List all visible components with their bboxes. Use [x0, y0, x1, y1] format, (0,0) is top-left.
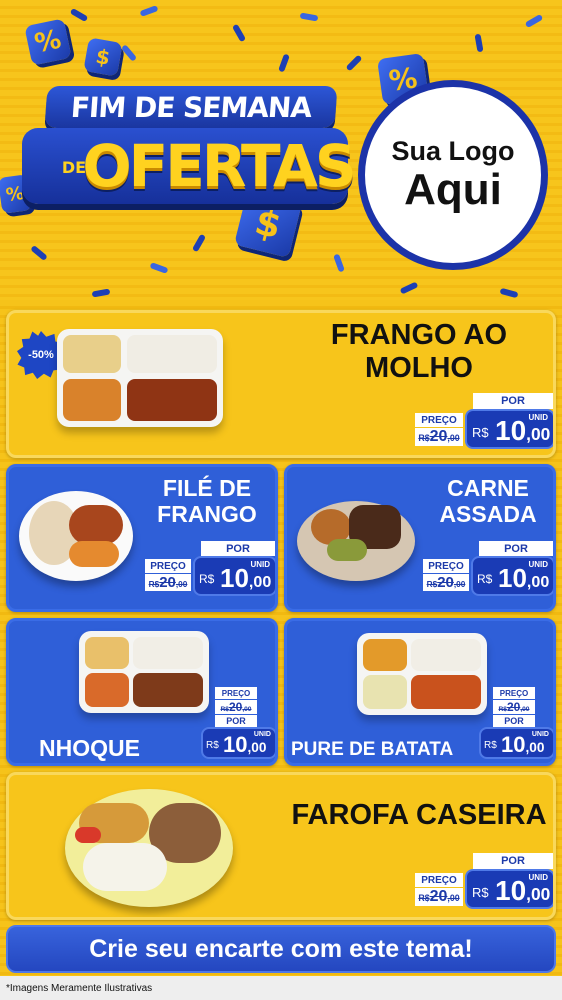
create-flyer-button[interactable]: Crie seu encarte com este tema!	[6, 925, 556, 973]
food-compartment	[85, 637, 129, 669]
confetti	[333, 253, 345, 273]
offer-card-farofa-caseira: FAROFA CASEIRA POR PREÇO R$ 20,00 UNID R$…	[6, 772, 556, 920]
food-compartment	[363, 639, 407, 671]
food-image	[79, 631, 209, 713]
food-compartment	[63, 335, 121, 373]
food-image	[57, 329, 223, 427]
food-image	[357, 633, 487, 715]
confetti	[30, 244, 48, 262]
old-price: R$ 20,00	[145, 574, 191, 591]
item-name: FRANGO AO MOLHO	[279, 319, 553, 386]
dollar-cube-icon: $	[83, 37, 123, 77]
confetti	[231, 23, 247, 43]
confetti	[191, 233, 207, 253]
price-tag: POR PREÇO R$ 20,00 UNID R$ 10,00	[421, 541, 553, 599]
price-tag: POR PREÇO R$ 20,00 UNID R$ 10,00	[413, 853, 553, 913]
confetti	[149, 262, 169, 274]
old-price: R$ 20,00	[215, 700, 257, 714]
confetti	[139, 5, 159, 17]
por-label: POR	[479, 541, 553, 556]
preco-label: PREÇO	[493, 687, 535, 699]
confetti	[299, 12, 319, 22]
confetti	[345, 54, 363, 72]
food-compartment	[127, 335, 217, 373]
food-image	[19, 491, 133, 581]
item-name: CARNE ASSADA	[421, 475, 553, 528]
confetti	[474, 33, 484, 53]
food-image	[65, 789, 233, 907]
old-price: R$ 20,00	[423, 574, 469, 591]
header-banner: % $ $ % % FIM DE SEMANA DE OFERTAS Sua L…	[0, 0, 562, 305]
por-label: POR	[473, 393, 553, 409]
confetti	[399, 281, 419, 295]
offer-card-file-de-frango: FILÉ DE FRANGO POR PREÇO R$ 20,00 UNID R$…	[6, 464, 278, 612]
confetti	[120, 44, 138, 62]
por-label: POR	[473, 853, 553, 869]
offer-card-nhoque: NHOQUE PREÇO R$ 20,00 POR UNID R$ 10,00	[6, 618, 278, 766]
item-name: FILÉ DE FRANGO	[137, 475, 275, 528]
item-name-line2: MOLHO	[365, 352, 473, 385]
food-compartment	[411, 639, 481, 671]
disclaimer-note: *Imagens Meramente Ilustrativas	[0, 976, 562, 1000]
new-price: UNID R$ 10,00	[465, 409, 553, 449]
item-name-line1: FRANGO AO	[330, 319, 508, 351]
confetti	[69, 7, 89, 23]
food-compartment	[411, 675, 481, 709]
old-price: R$ 20,00	[493, 700, 535, 714]
new-price: UNID R$ 10,00	[479, 727, 553, 759]
por-label: POR	[201, 541, 275, 556]
new-price: UNID R$ 10,00	[471, 556, 553, 596]
item-name-line1: FILÉ DE	[162, 475, 252, 501]
food-portion	[327, 539, 367, 561]
new-price: UNID R$ 10,00	[193, 556, 275, 596]
logo-text-line2: Aqui	[404, 165, 502, 215]
title-ofertas: OFERTAS	[82, 132, 356, 200]
promo-title: FIM DE SEMANA DE OFERTAS	[18, 78, 357, 228]
food-portion	[69, 505, 123, 545]
food-compartment	[133, 673, 203, 707]
preco-label: PREÇO	[423, 559, 469, 573]
food-compartment	[363, 675, 407, 709]
item-name-line2: ASSADA	[439, 501, 537, 528]
logo-placeholder: Sua Logo Aqui	[358, 80, 548, 270]
preco-label: PREÇO	[145, 559, 191, 573]
title-weekend: FIM DE SEMANA	[44, 86, 338, 128]
offer-card-pure-de-batata: PURE DE BATATA PREÇO R$ 20,00 POR UNID R$…	[284, 618, 556, 766]
old-price: R$ 20,00	[415, 428, 463, 446]
old-price: R$ 20,00	[415, 888, 463, 906]
percent-cube-icon: %	[24, 18, 72, 66]
food-portion	[83, 843, 167, 891]
item-name: NHOQUE	[39, 735, 140, 761]
new-price: UNID R$ 10,00	[465, 869, 553, 909]
food-portion	[69, 541, 119, 567]
price-tag: POR PREÇO R$ 20,00 UNID R$ 10,00	[413, 393, 553, 453]
food-compartment	[127, 379, 217, 421]
preco-label: PREÇO	[415, 413, 463, 427]
food-compartment	[85, 673, 129, 707]
offer-card-frango-ao-molho: -50% FRANGO AO MOLHO POR PREÇO R$ 20,00 U…	[6, 310, 556, 458]
confetti	[524, 13, 544, 29]
preco-label: PREÇO	[215, 687, 257, 699]
item-name: PURE DE BATATA	[291, 739, 454, 760]
price-tag: PREÇO R$ 20,00 POR UNID R$ 10,00	[479, 685, 553, 761]
por-label: POR	[215, 715, 257, 727]
food-image	[297, 501, 415, 581]
preco-label: PREÇO	[415, 873, 463, 887]
flyer-page: % $ $ % % FIM DE SEMANA DE OFERTAS Sua L…	[0, 0, 562, 1000]
food-compartment	[63, 379, 121, 421]
item-name: FAROFA CASEIRA	[291, 799, 547, 831]
offer-card-carne-assada: CARNE ASSADA POR PREÇO R$ 20,00 UNID R$ 1…	[284, 464, 556, 612]
por-label: POR	[493, 715, 535, 727]
food-compartment	[133, 637, 203, 669]
price-tag: POR PREÇO R$ 20,00 UNID R$ 10,00	[143, 541, 275, 599]
new-price: UNID R$ 10,00	[201, 727, 275, 759]
item-name-line2: FRANGO	[157, 501, 257, 528]
confetti	[91, 288, 111, 298]
logo-text-line1: Sua Logo	[391, 136, 515, 167]
confetti	[278, 53, 290, 73]
confetti	[499, 287, 519, 299]
food-portion	[75, 827, 101, 843]
item-name-line1: CARNE	[447, 475, 529, 501]
price-tag: PREÇO R$ 20,00 POR UNID R$ 10,00	[201, 685, 275, 761]
